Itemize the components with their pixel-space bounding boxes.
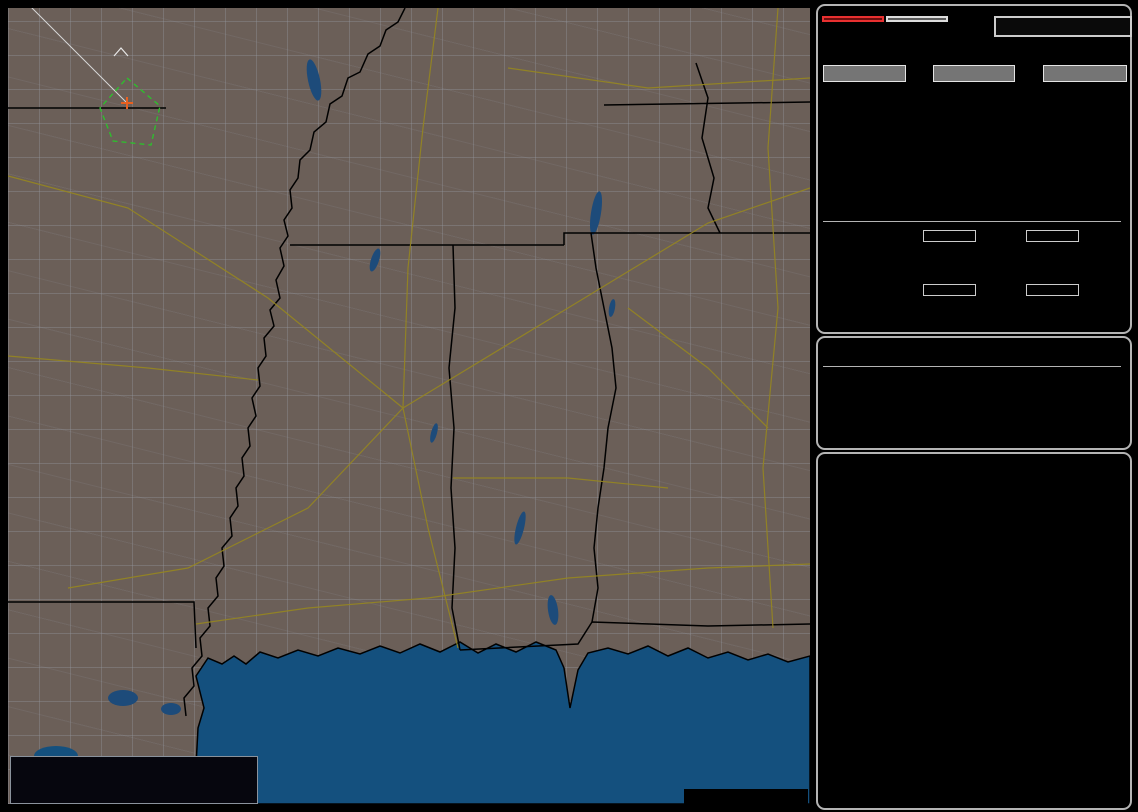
state-borders <box>8 8 810 717</box>
copyright-text <box>684 789 808 804</box>
cell-direction-caret <box>113 47 129 57</box>
cg-minus-bar <box>1026 230 1079 242</box>
bearing-and-cell <box>31 8 161 146</box>
map-canvas <box>8 8 810 804</box>
lightning-map[interactable] <box>8 8 810 804</box>
storm-cell-outline <box>99 77 161 146</box>
ic-plus-bar <box>923 284 976 296</box>
bearing-readout <box>994 16 1132 37</box>
strikes-per-min-badge <box>823 65 906 82</box>
symbols-legend <box>10 756 258 804</box>
trend-graph-chart <box>819 542 1127 804</box>
cg-plus-bar <box>923 230 976 242</box>
noises-per-min-badge <box>1043 65 1127 82</box>
close-per-min-badge <box>933 65 1015 82</box>
strike-toggle-button[interactable] <box>822 16 884 22</box>
trend-panel <box>816 452 1132 810</box>
noise-toggle-button[interactable] <box>886 16 948 22</box>
water-bodies <box>34 59 810 804</box>
status-panel <box>816 336 1132 450</box>
divider-line <box>823 221 1121 222</box>
bearing-line <box>31 8 128 104</box>
app-window: { "panel1": { "strike_btn": "STRIKE", "n… <box>0 0 1138 812</box>
divider-line <box>823 366 1121 367</box>
ic-minus-bar <box>1026 284 1079 296</box>
strike-stats-panel <box>816 4 1132 334</box>
